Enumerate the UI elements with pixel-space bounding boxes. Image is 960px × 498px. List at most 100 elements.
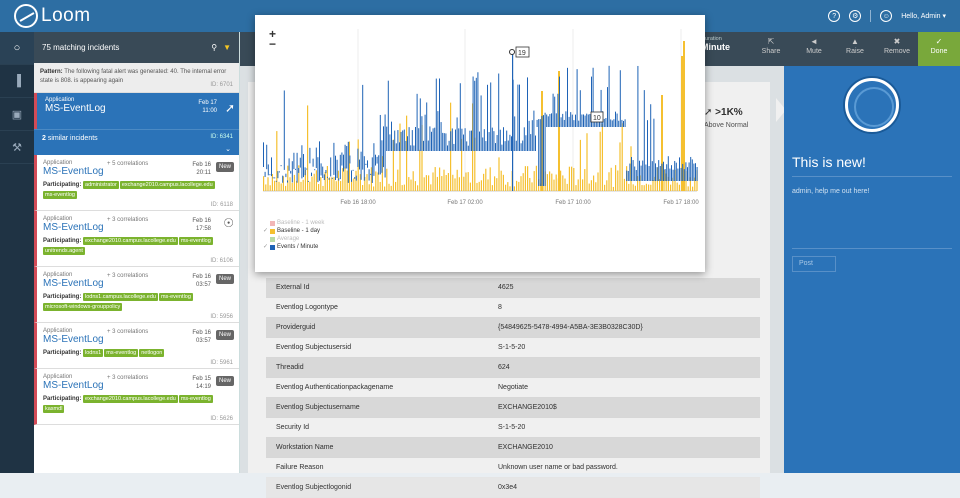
event-bar xyxy=(402,130,404,151)
event-bar xyxy=(327,176,328,178)
nav-incidents[interactable]: ○ xyxy=(0,32,34,65)
event-bar xyxy=(280,165,282,167)
participant-tag[interactable]: netlogon xyxy=(139,349,165,357)
baseline-bar xyxy=(417,185,419,191)
incident-card[interactable]: Application + 3 correlations MS-EventLog… xyxy=(34,211,239,267)
event-bar xyxy=(456,117,458,151)
event-bar xyxy=(480,95,482,151)
event-bar xyxy=(671,165,672,181)
event-bar xyxy=(347,141,349,183)
baseline-bar xyxy=(335,181,337,191)
incident-card[interactable]: Application + 3 correlations MS-EventLog… xyxy=(34,267,239,323)
tools-icon: ⚒ xyxy=(12,141,22,154)
participant-tag[interactable]: ms-eventlog xyxy=(158,293,193,301)
participant-tag[interactable]: exchange2010.campus.lacollege.edu xyxy=(119,181,215,189)
event-bar xyxy=(275,180,277,182)
correlations[interactable]: + 3 correlations xyxy=(107,375,148,381)
event-bar xyxy=(317,157,319,183)
correlations[interactable]: + 3 correlations xyxy=(107,217,148,223)
legend-item[interactable]: Baseline - 1 week xyxy=(263,219,324,227)
table-row: Eventlog Authenticationpackagename Negoti… xyxy=(266,378,760,398)
participant-tag[interactable]: exchange2010.campus.lacollege.edu xyxy=(83,395,178,403)
participant-tag[interactable]: administrator xyxy=(83,181,119,189)
selected-incident[interactable]: Application MS-EventLog Feb 17 11:00 ➚ xyxy=(34,93,239,129)
gear-icon[interactable]: ⚙ xyxy=(849,10,862,22)
baseline-bar xyxy=(610,167,612,191)
event-bar xyxy=(335,155,336,181)
event-bar xyxy=(509,134,511,151)
baseline-bar xyxy=(588,183,590,191)
detail-key: Eventlog Authenticationpackagename xyxy=(276,384,394,391)
legend-item[interactable]: ✓ Events / Minute xyxy=(263,243,324,251)
similar-incidents[interactable]: 2 similar incidents ID: 6341 ⌄ xyxy=(34,129,239,155)
correlations[interactable]: + 3 correlations xyxy=(107,273,148,279)
participant-tag[interactable]: ms-eventlog xyxy=(43,191,77,199)
event-bar xyxy=(482,137,484,151)
event-bar xyxy=(325,169,327,174)
event-bar xyxy=(386,126,388,151)
help-icon[interactable]: ? xyxy=(828,10,841,22)
participant-tag[interactable]: lodns1.campus.lacollege.edu xyxy=(83,293,158,301)
baseline-bar xyxy=(692,186,694,191)
user-menu[interactable]: Hello, Admin ▾ xyxy=(901,12,946,20)
participant-tag[interactable]: ms-eventlog xyxy=(178,395,213,403)
incident-datetime: Feb 17 11:00 xyxy=(198,99,217,115)
search-icon[interactable]: ⚲ xyxy=(211,43,217,52)
baseline-bar xyxy=(386,168,388,191)
chat-input[interactable] xyxy=(792,248,952,249)
done-button[interactable]: ✓ Done xyxy=(918,32,960,66)
x-tick-label: Feb 17 10:00 xyxy=(555,200,591,206)
nav-analytics[interactable]: ▐ xyxy=(0,65,34,98)
legend-item[interactable]: ✓ Baseline - 1 day xyxy=(263,227,324,235)
participant-tag[interactable]: lodns1 xyxy=(83,349,104,357)
baseline-bar xyxy=(593,175,595,191)
new-badge: New xyxy=(215,274,234,284)
loom-logo-icon xyxy=(14,4,38,28)
eye-icon: ☉ xyxy=(223,216,234,230)
remove-button[interactable]: ✖ Remove xyxy=(876,37,918,55)
mute-button[interactable]: ◄ Mute xyxy=(793,37,835,55)
event-bar xyxy=(362,84,364,170)
baseline-bar xyxy=(276,131,278,191)
event-bar xyxy=(680,167,682,181)
event-bar xyxy=(400,131,402,151)
raise-button[interactable]: ▲ Raise xyxy=(834,37,876,55)
baseline-bar xyxy=(291,182,293,191)
incident-card[interactable]: Application + 5 correlations MS-EventLog… xyxy=(34,155,239,211)
nav-settings[interactable]: ⚒ xyxy=(0,131,34,164)
baseline-bar xyxy=(425,175,427,191)
baseline-bar xyxy=(590,180,592,191)
event-bar xyxy=(373,143,375,176)
event-bar xyxy=(274,177,276,179)
pattern-item[interactable]: Pattern: The following fatal alert was g… xyxy=(34,63,239,93)
baseline-bar xyxy=(555,174,557,191)
chevron-down-icon[interactable]: ⌄ xyxy=(225,145,231,153)
event-bar xyxy=(487,84,488,151)
legend-item[interactable]: Average xyxy=(263,235,324,243)
incident-card[interactable]: Application + 3 correlations MS-EventLog… xyxy=(34,323,239,369)
divider xyxy=(870,10,872,22)
event-bar xyxy=(379,114,381,175)
participant-tag[interactable]: microsoft-windows-grouppolicy xyxy=(43,303,123,311)
filter-icon[interactable]: ▼ xyxy=(223,43,231,52)
participant-tag[interactable]: exchange2010.campus.lacollege.edu xyxy=(83,237,178,245)
baseline-bar xyxy=(516,180,518,191)
participant-tag[interactable]: ms-eventlog xyxy=(104,349,139,357)
correlations[interactable]: + 5 correlations xyxy=(107,161,148,167)
correlations[interactable]: + 3 correlations xyxy=(107,329,148,335)
baseline-bar xyxy=(597,172,599,191)
app-logo[interactable]: Loom xyxy=(14,4,91,28)
event-bar xyxy=(339,154,341,180)
new-badge: New xyxy=(215,162,234,172)
incident-panel-header: 75 matching incidents ⚲ ▼ xyxy=(34,32,239,63)
participant-tag[interactable]: kasmdl xyxy=(43,405,65,413)
nav-topology[interactable]: ▣ xyxy=(0,98,34,131)
event-bar xyxy=(567,67,568,127)
baseline-bar xyxy=(379,181,381,191)
post-button[interactable]: Post xyxy=(792,256,836,272)
participant-tag[interactable]: ms-eventlog xyxy=(178,237,213,245)
share-button[interactable]: ⇱ Share xyxy=(750,37,792,55)
participant-tag[interactable]: unitrends.agent xyxy=(43,247,85,255)
participants: Participating: lodns1.campus.lacollege.e… xyxy=(43,292,233,312)
incident-card[interactable]: Application + 3 correlations MS-EventLog… xyxy=(34,369,239,425)
